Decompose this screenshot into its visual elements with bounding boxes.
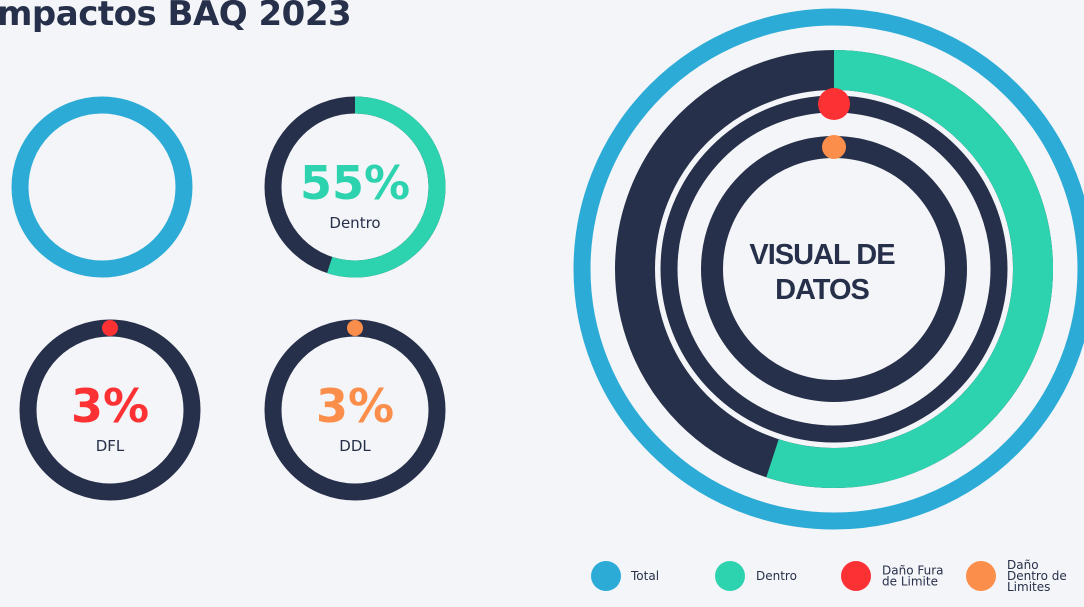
legend-item: Total xyxy=(591,561,659,591)
radial-value-dfl xyxy=(818,88,850,120)
legend-item: DañoDentro deLimites xyxy=(966,558,1067,594)
legend-label: Limites xyxy=(1007,580,1050,594)
legend-swatch xyxy=(715,561,745,591)
impact-charts: 55% Dentro 3% DFL 3% DDL VISUAL DEDATOS Total De… xyxy=(11,8,1084,594)
center-title-line: VISUAL DE xyxy=(749,239,895,271)
donut-chart-dfl: 3% DFL xyxy=(19,319,201,501)
legend-label: Dentro xyxy=(756,569,797,583)
donut-ring-total xyxy=(11,96,193,278)
legend-swatch xyxy=(591,561,621,591)
legend-item: Daño Furade Limite xyxy=(841,561,944,591)
donut-value-dfl xyxy=(102,320,118,336)
radial-value-ddl xyxy=(822,135,846,159)
legend: Total Dentro Daño Furade Limite DañoDentro … xyxy=(591,558,1067,594)
legend-swatch xyxy=(841,561,871,591)
legend-swatch xyxy=(966,561,996,591)
radial-bar-chart: VISUAL DEDATOS xyxy=(573,8,1084,530)
donut-percent-label: 55% xyxy=(300,156,410,210)
legend-item: Dentro xyxy=(715,561,797,591)
donut-category-label: DFL xyxy=(96,437,125,455)
donut-category-label: DDL xyxy=(339,437,371,455)
donut-chart-total xyxy=(11,96,193,278)
donut-percent-label: 3% xyxy=(316,379,394,433)
donut-category-label: Dentro xyxy=(329,214,380,232)
legend-label: Total xyxy=(630,569,659,583)
legend-label: de Limite xyxy=(882,575,938,589)
donut-value-ddl xyxy=(347,320,363,336)
donut-chart-ddl: 3% DDL xyxy=(264,319,446,501)
donut-percent-label: 3% xyxy=(71,379,149,433)
center-title-line: DATOS xyxy=(775,274,869,306)
donut-chart-dentro: 55% Dentro xyxy=(264,96,446,278)
